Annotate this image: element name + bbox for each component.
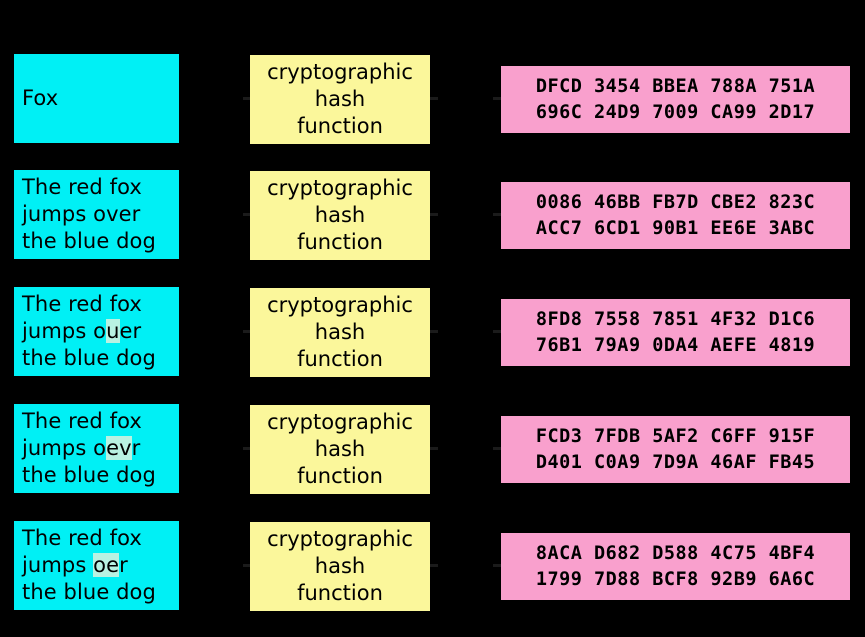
input-line-3: the blue dog (22, 580, 156, 604)
digest-line-1: FCD3 7FDB 5AF2 C6FF 915F (535, 425, 816, 447)
digest-line-2: ACC7 6CD1 90B1 EE6E 3ABC (535, 217, 816, 239)
input-message-box: The red fox jumps oevr the blue dog (14, 404, 179, 493)
input-line-1: The red fox (22, 175, 142, 199)
input-line-3: the blue dog (22, 463, 156, 487)
function-label-line-1: cryptographic (267, 293, 413, 317)
input-line-2-suffix: r (119, 553, 128, 577)
arrow-function-to-digest (430, 564, 438, 567)
function-label-line-1: cryptographic (267, 527, 413, 551)
input-line-1: The red fox (22, 526, 142, 550)
input-message-box: The red fox jumps oer the blue dog (14, 521, 179, 610)
hash-function-box: cryptographic hash function (250, 55, 430, 144)
diagram-row: The red fox jumps oevr the blue dog cryp… (0, 404, 865, 520)
typo-highlight: u (106, 319, 120, 343)
input-line-1: The red fox (22, 409, 142, 433)
diagram-row: The red fox jumps oer the blue dog crypt… (0, 521, 865, 637)
input-line-2-prefix: jumps (22, 553, 94, 577)
function-label-line-2: hash (314, 203, 366, 227)
input-line-1: Fox (22, 86, 59, 110)
digest-box: 8FD8 7558 7851 4F32 D1C6 76B1 79A9 0DA4 … (501, 299, 850, 366)
input-line-2-suffix: over (93, 202, 141, 226)
function-label-line-3: function (297, 230, 383, 254)
arrow-function-to-digest-tip (493, 97, 501, 100)
input-line-2-suffix: er (119, 319, 142, 343)
input-line-3: the blue dog (22, 346, 156, 370)
digest-box: 0086 46BB FB7D CBE2 823C ACC7 6CD1 90B1 … (501, 182, 850, 249)
digest-line-1: 8ACA D682 D588 4C75 4BF4 (535, 542, 816, 564)
digest-box: FCD3 7FDB 5AF2 C6FF 915F D401 C0A9 7D9A … (501, 416, 850, 483)
arrow-function-to-digest-tip (493, 213, 501, 216)
digest-line-2: 76B1 79A9 0DA4 AEFE 4819 (535, 334, 816, 356)
input-line-1: The red fox (22, 292, 142, 316)
arrow-function-to-digest (430, 447, 438, 450)
digest-line-2: D401 C0A9 7D9A 46AF FB45 (535, 451, 816, 473)
hash-function-diagram: Fox cryptographic hash function DFCD 345… (0, 0, 865, 627)
arrow-function-to-digest (430, 330, 438, 333)
input-line-2-prefix: jumps o (22, 319, 107, 343)
typo-highlight: oe (93, 553, 120, 577)
function-label-line-2: hash (314, 87, 366, 111)
function-label-line-2: hash (314, 554, 366, 578)
input-message-box: The red fox jumps over the blue dog (14, 170, 179, 259)
function-label-line-3: function (297, 114, 383, 138)
arrow-function-to-digest (430, 97, 438, 100)
digest-line-2: 1799 7D88 BCF8 92B9 6A6C (535, 568, 816, 590)
arrow-function-to-digest (430, 213, 438, 216)
function-label-line-1: cryptographic (267, 176, 413, 200)
digest-line-1: DFCD 3454 BBEA 788A 751A (535, 75, 816, 97)
function-label-line-2: hash (314, 320, 366, 344)
input-line-2: jumps oer (22, 552, 128, 579)
typo-highlight: ev (106, 436, 132, 460)
diagram-row: Fox cryptographic hash function DFCD 345… (0, 54, 865, 170)
arrow-function-to-digest-tip (493, 447, 501, 450)
diagram-row: The red fox jumps ouer the blue dog cryp… (0, 287, 865, 403)
function-label-line-3: function (297, 464, 383, 488)
digest-line-1: 8FD8 7558 7851 4F32 D1C6 (535, 308, 816, 330)
digest-line-1: 0086 46BB FB7D CBE2 823C (535, 191, 816, 213)
input-line-3: the blue dog (22, 229, 156, 253)
input-line-2-prefix: jumps o (22, 436, 107, 460)
input-line-2: jumps over (22, 201, 140, 228)
input-message-box: The red fox jumps ouer the blue dog (14, 287, 179, 376)
function-label-line-1: cryptographic (267, 60, 413, 84)
arrow-function-to-digest-tip (493, 564, 501, 567)
hash-function-box: cryptographic hash function (250, 171, 430, 260)
digest-box: DFCD 3454 BBEA 788A 751A 696C 24D9 7009 … (501, 66, 850, 133)
input-line-2: jumps ouer (22, 318, 141, 345)
input-line-2-prefix: jumps (22, 202, 94, 226)
diagram-row: The red fox jumps over the blue dog cryp… (0, 170, 865, 286)
hash-function-box: cryptographic hash function (250, 288, 430, 377)
digest-line-2: 696C 24D9 7009 CA99 2D17 (535, 101, 816, 123)
input-message-box: Fox (14, 54, 179, 143)
arrow-function-to-digest-tip (493, 330, 501, 333)
digest-box: 8ACA D682 D588 4C75 4BF4 1799 7D88 BCF8 … (501, 533, 850, 600)
input-line-2: jumps oevr (22, 435, 140, 462)
function-label-line-1: cryptographic (267, 410, 413, 434)
hash-function-box: cryptographic hash function (250, 405, 430, 494)
function-label-line-3: function (297, 347, 383, 371)
input-line-2-suffix: r (131, 436, 141, 460)
hash-function-box: cryptographic hash function (250, 522, 430, 611)
function-label-line-3: function (297, 581, 383, 605)
function-label-line-2: hash (314, 437, 366, 461)
